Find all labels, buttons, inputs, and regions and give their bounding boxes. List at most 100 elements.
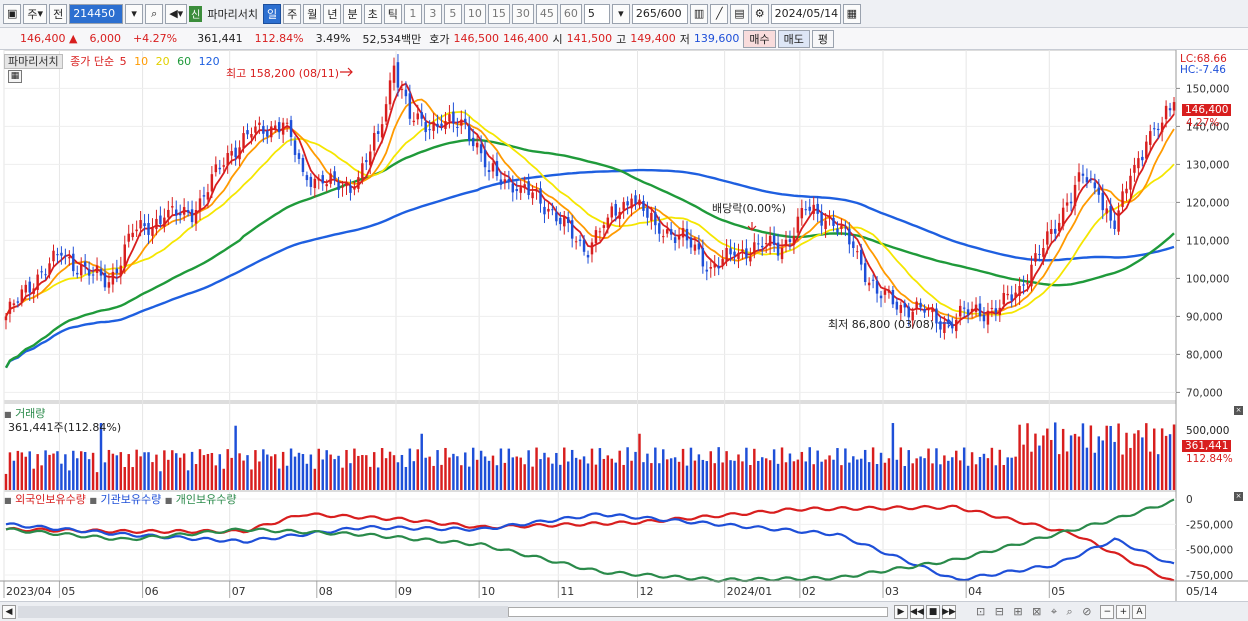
num-button-60[interactable]: 60 (559, 3, 582, 24)
num-button-15[interactable]: 15 (487, 3, 510, 24)
candle-body (713, 263, 716, 268)
stock-code-input[interactable]: 214450 (69, 3, 124, 24)
volume-bar (519, 457, 522, 490)
candle-body (333, 171, 336, 179)
candle-body (99, 268, 103, 276)
chart-canvas[interactable]: 2023/04 05 06 07 08 09 10 11 12 2024/01 02 03 04 05 05… (0, 49, 1248, 601)
candle-body (673, 237, 677, 243)
zoom-out-icon[interactable]: − (1100, 604, 1115, 619)
layout-icon[interactable]: ▣ (3, 3, 22, 24)
volume-bar (111, 453, 115, 490)
candle-body (812, 204, 815, 214)
tf-day-button[interactable]: 일 (262, 3, 282, 24)
volume-bar (230, 457, 233, 490)
candle-body (56, 254, 59, 256)
interval-input[interactable]: 5 (583, 3, 610, 24)
volume-bar (539, 459, 542, 490)
volume-bar (436, 450, 439, 490)
candle-body (840, 225, 843, 229)
tf-second-button[interactable]: 초 (363, 3, 382, 24)
tf-month-button[interactable]: 월 (303, 3, 322, 24)
stop-icon[interactable]: ■ (926, 604, 940, 619)
candle-body (753, 242, 756, 254)
volume-bar (163, 450, 166, 490)
num-button-30[interactable]: 30 (511, 3, 534, 24)
tf-minute-button[interactable]: 분 (343, 3, 362, 24)
chart-type-icon[interactable]: ▥ (689, 3, 709, 24)
candle-body (214, 164, 218, 173)
candle-body (990, 307, 994, 309)
buy-button[interactable]: 매수 (743, 29, 776, 48)
candle-body (258, 122, 261, 125)
calendar-icon[interactable]: ▦ (842, 3, 862, 24)
zoom-in-icon[interactable]: + (1116, 604, 1131, 619)
code-dropdown-icon[interactable]: ▾ (125, 3, 144, 24)
scroll-thumb[interactable] (508, 606, 888, 617)
volume-close-icon[interactable]: × (1234, 406, 1243, 415)
candle-body (535, 189, 538, 192)
fast-forward-icon[interactable]: ▶▶ (942, 604, 956, 619)
volume-bar (563, 447, 566, 490)
volume-bar (780, 447, 784, 490)
volume-bar (741, 461, 744, 490)
volume-bar (828, 455, 831, 490)
candle-body (1061, 207, 1065, 227)
volume-bar (1145, 423, 1148, 490)
interval-dropdown-icon[interactable]: ▾ (611, 3, 630, 24)
sell-button[interactable]: 매도 (777, 29, 810, 48)
num-button-1[interactable]: 1 (403, 3, 422, 24)
scroll-left-icon[interactable]: ◀ (2, 604, 16, 619)
candle-body (456, 126, 459, 128)
draw-tool-icon[interactable]: ╱ (710, 3, 729, 24)
save-icon[interactable]: ▤ (730, 3, 749, 24)
volume-bar (986, 458, 990, 490)
chart-window: ▣ 주 ▾ 전 214450 ▾ ⌕ ◀▾ 신 파마리서치 일 주 월 년 분 초… (0, 0, 1248, 621)
drawing-tools[interactable]: ⊡ ⊟ ⊞ ⊠ ⌖ ⌕ ⊘ (976, 605, 1094, 619)
volume-bar (432, 465, 435, 490)
volume-bar (448, 457, 451, 490)
candle-body (20, 289, 24, 302)
tf-week-button[interactable]: 주 (283, 3, 302, 24)
gear-icon[interactable]: ⚙ (750, 3, 769, 24)
candle-body (1073, 184, 1077, 207)
volume-bar (535, 447, 538, 490)
num-button-10[interactable]: 10 (463, 3, 486, 24)
candle-body (551, 209, 554, 211)
candle-body (1105, 208, 1108, 214)
num-button-3[interactable]: 3 (423, 3, 442, 24)
candle-body (317, 178, 321, 181)
scroll-right-icon[interactable]: ▶ (894, 604, 908, 619)
prev-button[interactable]: 전 (49, 3, 68, 24)
candle-body (705, 269, 709, 272)
bottom-scrollbar[interactable]: ◀ ▶ ◀◀ ■ ▶▶ ⊡ ⊟ ⊞ ⊠ ⌖ ⌕ ⊘ − + A (0, 601, 1248, 621)
dividend-annotation: 배당락(0.00%) (712, 202, 786, 215)
stock-name-box[interactable]: 파마리서치 (4, 54, 63, 69)
foreign-holding-label: 외국인보유수량 (15, 493, 86, 506)
chart-area[interactable]: 2023/04 05 06 07 08 09 10 11 12 2024/01 02 03 04 05 05… (0, 49, 1248, 601)
volume-bar (20, 452, 24, 490)
font-size-icon[interactable]: A (1132, 604, 1147, 619)
search-icon[interactable]: ⌕ (145, 3, 164, 24)
scroll-track[interactable] (18, 605, 508, 618)
candle-body (167, 209, 170, 218)
candle-body (974, 304, 978, 312)
volume-bar (131, 467, 134, 490)
candle-body (634, 195, 637, 204)
volume-bar (729, 460, 732, 490)
tf-year-button[interactable]: 년 (323, 3, 342, 24)
num-button-5[interactable]: 5 (443, 3, 462, 24)
candle-body (95, 265, 99, 273)
table-view-icon[interactable]: ▦ (8, 70, 22, 83)
holdings-close-icon[interactable]: × (1234, 492, 1243, 501)
volume-bar (416, 449, 419, 490)
num-button-45[interactable]: 45 (535, 3, 558, 24)
avg-button[interactable]: 평 (811, 29, 835, 48)
rewind-icon[interactable]: ◀◀ (910, 604, 924, 619)
tf-tick-button[interactable]: 틱 (383, 3, 402, 24)
x-axis-label: 2023/04 (6, 585, 52, 598)
period-select[interactable]: 주 ▾ (23, 3, 48, 24)
count-input[interactable]: 265/600 (631, 3, 688, 24)
candle-body (1026, 283, 1029, 285)
date-input[interactable]: 2024/05/14 (770, 3, 841, 24)
speaker-icon[interactable]: ◀▾ (165, 3, 188, 24)
